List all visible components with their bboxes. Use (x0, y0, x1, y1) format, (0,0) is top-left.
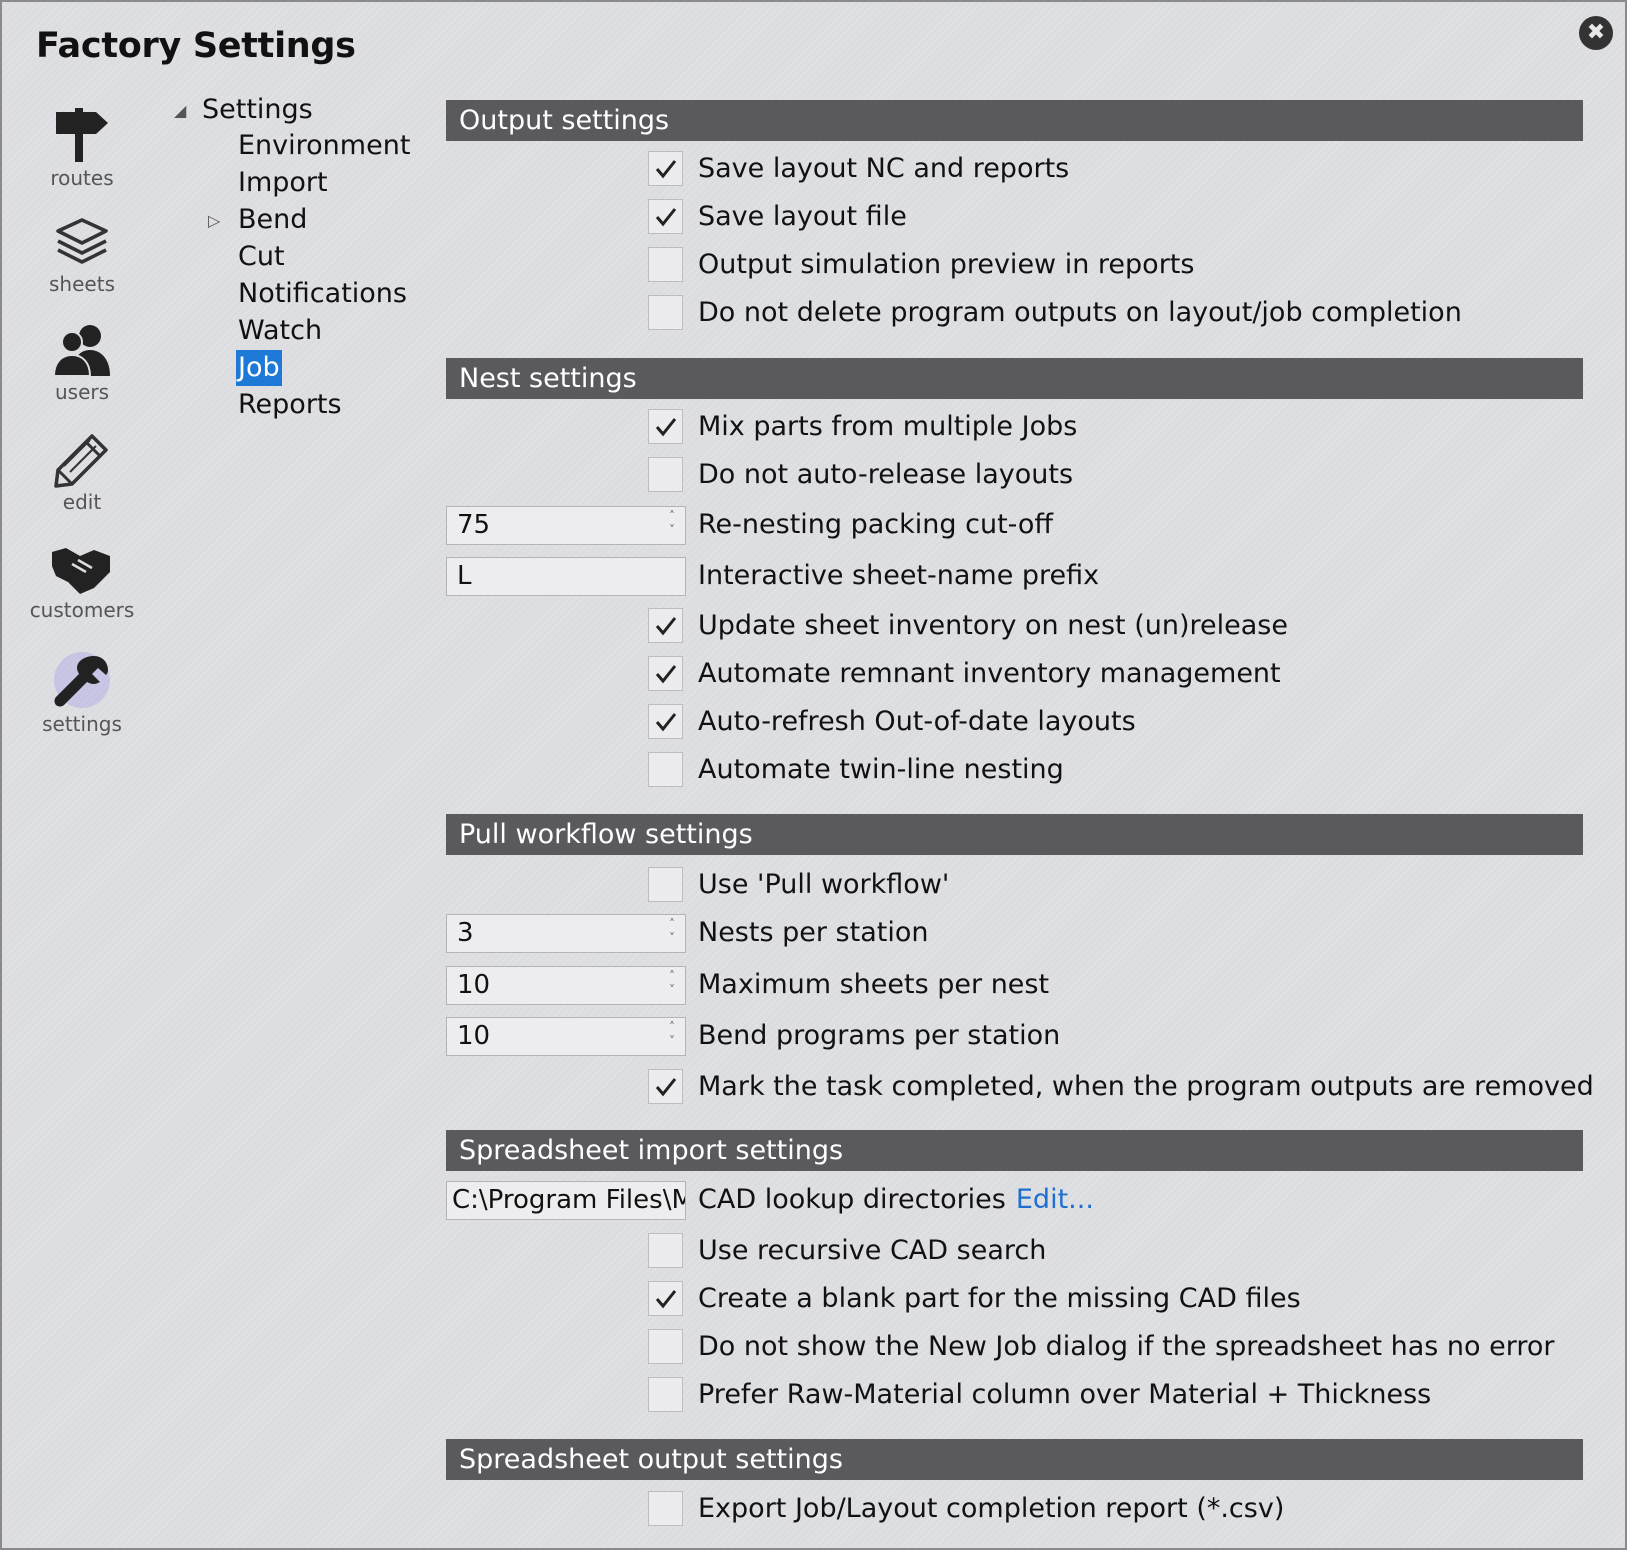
bend-programs-stepper[interactable]: 10 ˄ ˅ (446, 1017, 686, 1056)
checkmark-icon (655, 417, 676, 436)
checkbox[interactable] (648, 656, 683, 691)
nests-per-station-stepper[interactable]: 3 ˄ ˅ (446, 914, 686, 953)
collapse-arrow-icon[interactable]: ◢ (174, 93, 186, 129)
option-label: Bend programs per station (698, 1020, 1061, 1051)
option-label: CAD lookup directories Edit... (698, 1184, 1094, 1215)
option-label: Save layout NC and reports (698, 153, 1070, 184)
users-icon (52, 325, 110, 377)
checkbox[interactable] (648, 247, 683, 282)
checkmark-icon (655, 664, 676, 683)
signpost-icon (56, 108, 108, 162)
option-label: Export Job/Layout completion report (*.c… (698, 1493, 1285, 1524)
rail-label: routes (50, 166, 114, 190)
tree-item-import[interactable]: Import (236, 165, 330, 201)
tree-root-settings[interactable]: ◢ Settings (172, 92, 315, 128)
option-label: Interactive sheet-name prefix (698, 560, 1100, 591)
wrench-icon (54, 652, 110, 708)
rail-item-sheets[interactable]: sheets (20, 216, 144, 296)
option-label: Automate twin-line nesting (698, 754, 1064, 785)
option-label: Mark the task completed, when the progra… (698, 1071, 1594, 1102)
checkbox[interactable] (648, 295, 683, 330)
rail-item-edit[interactable]: edit (20, 432, 144, 514)
checkbox[interactable] (648, 1377, 683, 1412)
checkbox[interactable] (648, 752, 683, 787)
edit-directories-link[interactable]: Edit... (1016, 1184, 1094, 1215)
option-label: Mix parts from multiple Jobs (698, 411, 1078, 442)
option-label: Prefer Raw-Material column over Material… (698, 1379, 1432, 1410)
rail-label: settings (42, 712, 122, 736)
tree-item-job[interactable]: Job (236, 350, 282, 386)
window-title: Factory Settings (36, 26, 356, 66)
checkbox[interactable] (648, 1281, 683, 1316)
checkmark-icon (655, 616, 676, 635)
spinner-arrows-icon[interactable]: ˄ ˅ (665, 509, 679, 542)
tree-item-bend[interactable]: ▷ Bend (208, 202, 309, 238)
rail-item-settings[interactable]: settings (20, 650, 144, 736)
rail-label: sheets (49, 272, 115, 296)
tree-item-notifications[interactable]: Notifications (236, 276, 409, 312)
spinner-arrows-icon[interactable]: ˄ ˅ (665, 969, 679, 1002)
option-label: Re-nesting packing cut-off (698, 509, 1054, 540)
option-label: Do not show the New Job dialog if the sp… (698, 1331, 1555, 1362)
pencil-icon (54, 434, 108, 488)
tree-item-environment[interactable]: Environment (236, 128, 412, 164)
checkbox[interactable] (648, 1233, 683, 1268)
option-label: Auto-refresh Out-of-date layouts (698, 706, 1136, 737)
renest-cutoff-stepper[interactable]: 75 ˄ ˅ (446, 506, 686, 545)
checkbox[interactable] (648, 1329, 683, 1364)
checkmark-icon (655, 1289, 676, 1308)
max-sheets-stepper[interactable]: 10 ˄ ˅ (446, 966, 686, 1005)
section-header-nest: Nest settings (446, 358, 1583, 399)
checkmark-icon (655, 712, 676, 731)
checkbox[interactable] (648, 151, 683, 186)
checkmark-icon (655, 207, 676, 226)
checkbox[interactable] (648, 608, 683, 643)
option-label: Update sheet inventory on nest (un)relea… (698, 610, 1288, 641)
section-header-pull: Pull workflow settings (446, 814, 1583, 855)
option-label: Save layout file (698, 201, 907, 232)
rail-label: edit (62, 490, 102, 514)
checkbox[interactable] (648, 1491, 683, 1526)
option-label: Do not delete program outputs on layout/… (698, 297, 1462, 328)
option-label: Use recursive CAD search (698, 1235, 1047, 1266)
rail-label: customers (29, 598, 135, 622)
checkmark-icon (655, 1077, 676, 1096)
checkmark-icon (655, 159, 676, 178)
checkbox[interactable] (648, 457, 683, 492)
option-label: Use 'Pull workflow' (698, 869, 950, 900)
rail-item-customers[interactable]: customers (20, 542, 144, 622)
option-label: Automate remnant inventory management (698, 658, 1281, 689)
layers-icon (56, 218, 108, 264)
spinner-arrows-icon[interactable]: ˄ ˅ (665, 917, 679, 950)
section-header-spreadsheet-output: Spreadsheet output settings (446, 1439, 1583, 1480)
tree-item-cut[interactable]: Cut (236, 239, 287, 275)
option-label: Nests per station (698, 917, 929, 948)
section-header-output: Output settings (446, 100, 1583, 141)
rail-item-routes[interactable]: routes (20, 106, 144, 190)
checkbox[interactable] (648, 704, 683, 739)
option-label: Maximum sheets per nest (698, 969, 1050, 1000)
checkbox[interactable] (648, 199, 683, 234)
close-icon: ✖ (1586, 20, 1606, 45)
option-label: Output simulation preview in reports (698, 249, 1195, 280)
section-header-spreadsheet-import: Spreadsheet import settings (446, 1130, 1583, 1171)
handshake-icon (52, 548, 110, 594)
close-button[interactable]: ✖ (1579, 16, 1613, 50)
checkbox[interactable] (648, 1069, 683, 1104)
tree-item-watch[interactable]: Watch (236, 313, 324, 349)
cad-lookup-directory-input[interactable]: C:\Program Files\M (446, 1181, 686, 1220)
option-label: Create a blank part for the missing CAD … (698, 1283, 1301, 1314)
rail-label: users (54, 380, 110, 404)
checkbox[interactable] (648, 867, 683, 902)
tree-item-reports[interactable]: Reports (236, 387, 344, 423)
checkbox[interactable] (648, 409, 683, 444)
sheet-name-prefix-input[interactable]: L (446, 557, 686, 596)
rail-item-users[interactable]: users (20, 322, 144, 404)
spinner-arrows-icon[interactable]: ˄ ˅ (665, 1020, 679, 1053)
option-label: Do not auto-release layouts (698, 459, 1074, 490)
expand-arrow-icon[interactable]: ▷ (208, 203, 220, 239)
